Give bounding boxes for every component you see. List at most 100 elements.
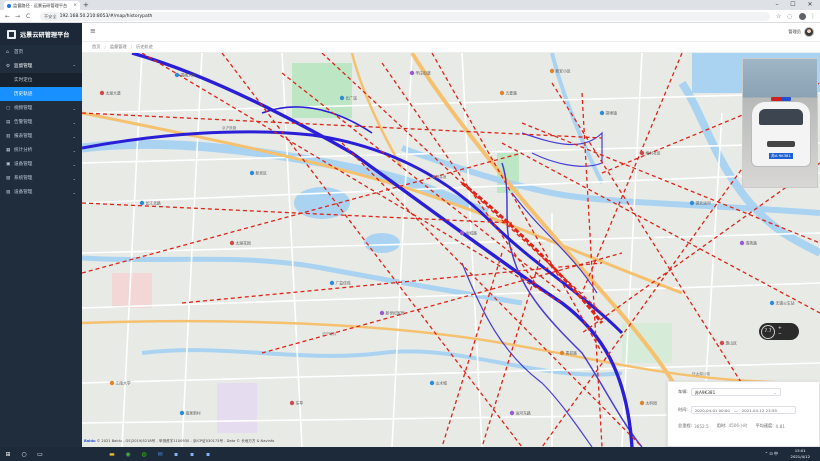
tab-favicon-icon bbox=[7, 3, 11, 8]
chevron-down-icon: ⌄ bbox=[72, 175, 76, 181]
poi-label: 梅村社区 bbox=[646, 151, 661, 156]
chrome-icon[interactable]: ◉ bbox=[122, 447, 134, 461]
poi-label: 长广溪 bbox=[346, 96, 358, 101]
sidebar-item[interactable]: ▤ 告警管理 ⌄ bbox=[0, 115, 82, 129]
minimize-window-button[interactable]: – bbox=[770, 0, 784, 10]
poi-marker-icon[interactable] bbox=[139, 200, 145, 206]
poi-marker-icon[interactable] bbox=[499, 90, 505, 96]
poi-marker-icon[interactable] bbox=[739, 240, 745, 246]
sidebar-item[interactable]: ▦ 统计分析 ⌄ bbox=[0, 143, 82, 157]
poi-marker-icon[interactable] bbox=[599, 110, 605, 116]
poi-marker-icon[interactable] bbox=[769, 300, 775, 306]
search-icon[interactable]: ○ bbox=[18, 447, 30, 461]
app-icon[interactable]: ▪ bbox=[170, 447, 182, 461]
top-header: ≡ 管理员 bbox=[82, 23, 820, 41]
poi-marker-icon[interactable] bbox=[639, 400, 645, 406]
browser-profile-avatar[interactable] bbox=[799, 13, 806, 20]
baidu-logo: Baidu bbox=[84, 439, 96, 443]
username[interactable]: 管理员 bbox=[788, 29, 801, 35]
browser-tab[interactable]: 监督路径 · 远景云研管理平台 × bbox=[4, 1, 80, 10]
stat-label: 总里程: bbox=[678, 423, 692, 428]
poi-marker-icon[interactable] bbox=[249, 170, 255, 176]
vehicle-select[interactable]: 苏A9K381 ⌄ bbox=[690, 388, 781, 396]
folder-icon[interactable]: ▬ bbox=[106, 447, 118, 461]
poi-marker-icon[interactable] bbox=[549, 68, 555, 74]
back-button[interactable]: ← bbox=[5, 12, 10, 21]
system-clock[interactable]: 15:01 2021/4/12 bbox=[791, 448, 810, 459]
zoom-in-button[interactable]: + bbox=[778, 326, 782, 332]
wechat-icon[interactable]: ◍ bbox=[138, 447, 150, 461]
poi-marker-icon[interactable] bbox=[459, 230, 465, 236]
map-zoom-control[interactable]: 7.7 + − bbox=[759, 323, 799, 340]
sidebar-item[interactable]: ⚙ 监督管理 ⌃ bbox=[0, 59, 82, 73]
poi-marker-icon[interactable] bbox=[109, 380, 115, 386]
poi-marker-icon[interactable] bbox=[289, 400, 295, 406]
forward-button[interactable]: → bbox=[15, 12, 20, 21]
poi-marker-icon[interactable] bbox=[689, 200, 695, 206]
poi-marker-icon[interactable] bbox=[509, 410, 515, 416]
poi-marker-icon[interactable] bbox=[559, 350, 565, 356]
poi-label: 青祁路 bbox=[566, 351, 578, 356]
time-end[interactable]: 2021-04-12 23:59 bbox=[742, 408, 777, 413]
poi-marker-icon[interactable] bbox=[639, 150, 645, 156]
extension-icon[interactable]: ◌ bbox=[787, 12, 792, 21]
address-bar[interactable]: 不安全 192.168.50.210:8053/#/map/historypat… bbox=[40, 12, 770, 21]
poi-marker-icon[interactable] bbox=[229, 240, 235, 246]
poi-marker-icon[interactable] bbox=[179, 410, 185, 416]
sidebar-item[interactable]: 实时定位 bbox=[0, 73, 82, 87]
zoom-level-dial[interactable]: 7.7 bbox=[761, 324, 775, 339]
poi-label: 东亭 bbox=[296, 401, 304, 406]
maximize-window-button[interactable]: ☐ bbox=[786, 0, 800, 10]
poi-label: 广益佳苑 bbox=[336, 281, 351, 286]
start-icon[interactable]: ⊞ bbox=[2, 447, 14, 461]
hamburger-menu-icon[interactable]: ≡ bbox=[90, 28, 96, 35]
browser-menu-icon[interactable]: ⋮ bbox=[810, 12, 816, 21]
sidebar-item[interactable]: 历史轨迹 bbox=[0, 87, 82, 101]
taskview-icon[interactable]: ▭ bbox=[34, 447, 46, 461]
system-tray[interactable]: ⌃ ⊡ 中 bbox=[765, 451, 778, 457]
map-canvas[interactable]: 锡梅大桥 华庄街道 新安小区 长江北路 太湖花园 广益佳苑 新世纪家园 五爱路 胡埭镇 梅村社区锡… bbox=[82, 53, 820, 447]
user-menu[interactable]: 管理员 bbox=[788, 27, 814, 37]
time-range-picker[interactable]: 2020-04-01 00:00 — 2021-04-12 23:59 bbox=[690, 406, 796, 414]
poi-marker-icon[interactable] bbox=[99, 90, 105, 96]
sidebar-item[interactable]: ▢ 视频管理 ⌄ bbox=[0, 101, 82, 115]
app-icon[interactable]: ▪ bbox=[186, 447, 198, 461]
vehicle-label: 车辆: bbox=[678, 389, 688, 394]
mail-icon[interactable]: ✉ bbox=[154, 447, 166, 461]
stat-value: 0.81 bbox=[775, 423, 785, 429]
poi-label: 锡梅大桥 bbox=[181, 73, 196, 78]
sidebar-item[interactable]: ▧ 系统管理 ⌄ bbox=[0, 171, 82, 185]
app-icon[interactable]: ▪ bbox=[202, 447, 214, 461]
sidebar-item[interactable]: ▥ 报表管理 ⌄ bbox=[0, 129, 82, 143]
close-tab-icon[interactable]: × bbox=[73, 3, 77, 8]
poi-marker-icon[interactable] bbox=[174, 72, 180, 78]
poi-label: 新世纪家园 bbox=[386, 311, 405, 316]
zoom-out-button[interactable]: − bbox=[778, 332, 782, 338]
sidebar-item[interactable]: ⌂ 首页 bbox=[0, 45, 82, 59]
close-window-button[interactable]: ✕ bbox=[803, 0, 817, 10]
stat-average-speed: 平均速度: 0.81 bbox=[755, 423, 785, 429]
breadcrumb-monitoring[interactable]: 监督管理 bbox=[110, 44, 127, 50]
sidebar-item[interactable]: ▨ 设备管理 ⌄ bbox=[0, 185, 82, 199]
poi-marker-icon[interactable] bbox=[429, 380, 435, 386]
browser-tab-bar: 监督路径 · 远景云研管理平台 × + – ☐ ✕ bbox=[0, 0, 820, 10]
poi-label: 新安小区 bbox=[556, 69, 571, 74]
sidebar-item[interactable]: ▣ 设备管理 ⌄ bbox=[0, 157, 82, 171]
security-indicator[interactable]: 不安全 bbox=[44, 14, 57, 20]
poi-marker-icon[interactable] bbox=[719, 340, 725, 346]
user-avatar[interactable] bbox=[804, 27, 814, 37]
chevron-down-icon: ⌄ bbox=[72, 119, 76, 125]
sidebar-item-label: 设备管理 bbox=[14, 162, 33, 167]
url-text[interactable]: 192.168.50.210:8053/#/map/historypath bbox=[60, 14, 153, 19]
poi-marker-icon[interactable] bbox=[379, 310, 385, 316]
reload-button[interactable]: C bbox=[26, 12, 30, 21]
sidebar-item-label: 实时定位 bbox=[14, 78, 33, 83]
poi-marker-icon[interactable] bbox=[409, 70, 415, 76]
poi-marker-icon[interactable] bbox=[329, 280, 335, 286]
map-copyright: Baidu © 2021 Baidu - GS(2019)5218号 - 甲测资… bbox=[84, 439, 274, 444]
breadcrumb-home[interactable]: 首页 bbox=[92, 44, 100, 50]
time-start[interactable]: 2020-04-01 00:00 bbox=[695, 408, 730, 413]
bookmark-star-icon[interactable]: ☆ bbox=[776, 12, 781, 21]
poi-marker-icon[interactable] bbox=[339, 95, 345, 101]
new-tab-button[interactable]: + bbox=[83, 1, 89, 9]
